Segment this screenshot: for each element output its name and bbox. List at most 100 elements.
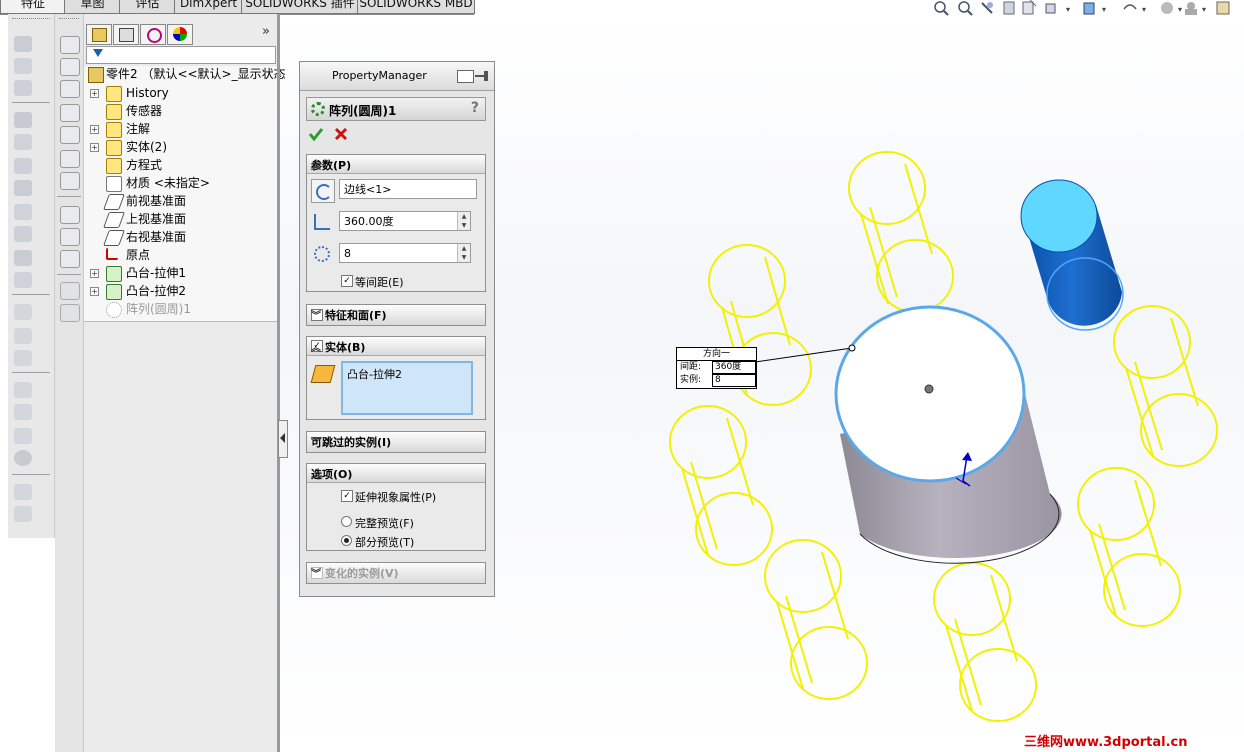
- instances-field[interactable]: 8 ▲ ▼: [339, 243, 471, 263]
- feature-manager-tab[interactable]: [86, 24, 112, 45]
- mirror-entities-icon[interactable]: [60, 282, 80, 300]
- tab-evaluate[interactable]: 评估: [119, 0, 176, 14]
- revolved-boss-icon[interactable]: [14, 58, 32, 74]
- toolbar-grip[interactable]: [12, 18, 50, 23]
- arc-icon[interactable]: [60, 150, 80, 168]
- revolved-cut-icon[interactable]: [14, 158, 32, 174]
- feature-manager-panel: » 零件2 （默认<<默认>_显示状态 + History 传感器 + 注解 +…: [84, 14, 286, 752]
- reverse-direction-button[interactable]: [311, 179, 335, 203]
- tree-item-circular-pattern1[interactable]: 阵列(圆周)1: [84, 301, 277, 319]
- tree-item-sensors[interactable]: 传感器: [84, 103, 277, 121]
- bodies-selection-list[interactable]: 凸台-拉伸2: [341, 361, 473, 415]
- dynamic-annotation-icon: [1022, 0, 1037, 15]
- options-header[interactable]: 选项(O) ︽: [307, 464, 485, 483]
- direction-callout: 方向一 间距: 360度 实例: 8: [676, 347, 757, 389]
- selected-body[interactable]: 凸台-拉伸2: [347, 368, 402, 381]
- reference-geometry-icon[interactable]: [14, 450, 32, 466]
- cancel-button[interactable]: [333, 126, 349, 142]
- extruded-cut-icon[interactable]: [14, 112, 32, 128]
- convert-entities-icon[interactable]: [60, 250, 80, 268]
- tree-root-part[interactable]: 零件2 （默认<<默认>_显示状态: [84, 66, 286, 84]
- propagate-visual-checkbox[interactable]: ✓: [341, 490, 353, 502]
- features-faces-group: 特征和面(F) ︾: [306, 304, 486, 326]
- move-entities-icon[interactable]: [60, 304, 80, 322]
- toolbar-separator: [12, 372, 50, 373]
- tab-features[interactable]: 特征: [0, 0, 66, 14]
- bodies-group: ✓ 实体(B) ︽ 凸台-拉伸2: [306, 336, 486, 420]
- hole-wizard-icon[interactable]: [14, 134, 32, 150]
- skip-instances-header[interactable]: 可跳过的实例(I) ︾: [307, 432, 485, 452]
- boundary-cut-icon[interactable]: [14, 226, 32, 242]
- callout-spacing-value[interactable]: 360度: [712, 361, 756, 374]
- extruded-boss-icon[interactable]: [14, 36, 32, 52]
- rectangle-icon[interactable]: [60, 104, 80, 122]
- intersect-icon[interactable]: [14, 404, 32, 420]
- expand-toggle[interactable]: +: [90, 89, 99, 98]
- bodies-header[interactable]: ✓ 实体(B) ︽: [307, 337, 485, 356]
- mirror-icon[interactable]: [14, 428, 32, 444]
- draft-icon[interactable]: [14, 328, 32, 344]
- expand-tabs-icon[interactable]: »: [262, 24, 270, 39]
- property-manager-tab[interactable]: [113, 24, 139, 45]
- ok-button[interactable]: [308, 126, 324, 142]
- expand-toggle[interactable]: +: [90, 287, 99, 296]
- tree-item-boss-extrude2[interactable]: + 凸台-拉伸2: [84, 283, 277, 301]
- tree-item-right-plane[interactable]: 右视基准面: [84, 229, 277, 247]
- panel-splitter[interactable]: [277, 14, 280, 752]
- angle-field[interactable]: 360.00度 ▲ ▼: [339, 211, 471, 231]
- tree-item-top-plane[interactable]: 上视基准面: [84, 211, 277, 229]
- vary-instances-header[interactable]: 变化的实例(V) ︾: [307, 563, 485, 583]
- pattern-axis-field[interactable]: 边线<1>: [339, 179, 477, 199]
- tab-solidworks-mbd[interactable]: SOLIDWORKS MBD: [357, 0, 475, 14]
- feature-filter-input[interactable]: [86, 46, 276, 64]
- tab-solidworks-addins[interactable]: SOLIDWORKS 插件: [241, 0, 359, 14]
- swept-boss-icon[interactable]: [14, 80, 32, 96]
- pin-icon[interactable]: [475, 71, 489, 81]
- tab-dimxpert[interactable]: DimXpert: [174, 0, 243, 14]
- instant3d-icon[interactable]: [14, 506, 32, 522]
- tab-sketch[interactable]: 草图: [64, 0, 121, 14]
- toolbar-grip[interactable]: [59, 18, 79, 23]
- wrap-icon[interactable]: [14, 382, 32, 398]
- tree-item-equations[interactable]: 方程式: [84, 157, 277, 175]
- collapse-panel-handle[interactable]: [278, 420, 288, 458]
- linear-pattern-icon[interactable]: [14, 272, 32, 288]
- tree-item-boss-extrude1[interactable]: + 凸台-拉伸1: [84, 265, 277, 283]
- property-manager-title: PropertyManager: [332, 69, 427, 82]
- angle-spinner[interactable]: ▲ ▼: [457, 212, 470, 230]
- lofted-cut-icon[interactable]: [14, 204, 32, 220]
- parameters-header[interactable]: 参数(P) ︽: [307, 155, 485, 174]
- features-faces-header[interactable]: 特征和面(F) ︾: [307, 305, 485, 325]
- tree-item-history[interactable]: + History: [84, 85, 277, 103]
- tree-item-solid-bodies[interactable]: + 实体(2): [84, 139, 277, 157]
- tree-item-material[interactable]: 材质 <未指定>: [84, 175, 277, 193]
- tree-item-label: 凸台-拉伸1: [126, 266, 186, 280]
- polygon-icon[interactable]: [60, 172, 80, 190]
- tree-item-front-plane[interactable]: 前视基准面: [84, 193, 277, 211]
- smart-dimension-icon[interactable]: [60, 58, 80, 76]
- expand-toggle[interactable]: +: [90, 125, 99, 134]
- callout-instances-value[interactable]: 8: [712, 374, 756, 387]
- equal-spacing-checkbox[interactable]: ✓: [341, 275, 353, 287]
- shell-icon[interactable]: [14, 350, 32, 366]
- expand-toggle[interactable]: +: [90, 269, 99, 278]
- configuration-manager-tab[interactable]: [140, 24, 166, 45]
- offset-icon[interactable]: [60, 228, 80, 246]
- tree-item-origin[interactable]: 原点: [84, 247, 277, 265]
- partial-preview-radio[interactable]: [341, 535, 352, 546]
- expand-toggle[interactable]: +: [90, 143, 99, 152]
- sketch-icon[interactable]: [60, 36, 80, 54]
- rib-icon[interactable]: [14, 304, 32, 320]
- full-preview-radio[interactable]: [341, 516, 352, 527]
- curves-icon[interactable]: [14, 484, 32, 500]
- detail-preview-icon[interactable]: [457, 70, 474, 83]
- circle-icon[interactable]: [60, 126, 80, 144]
- instances-spinner[interactable]: ▲ ▼: [457, 244, 470, 262]
- fillet-icon[interactable]: [14, 250, 32, 266]
- trim-icon[interactable]: [60, 206, 80, 224]
- line-icon[interactable]: [60, 80, 80, 98]
- help-button[interactable]: ?: [471, 100, 479, 116]
- swept-cut-icon[interactable]: [14, 180, 32, 196]
- tree-item-annotations[interactable]: + 注解: [84, 121, 277, 139]
- display-manager-tab[interactable]: [167, 24, 193, 45]
